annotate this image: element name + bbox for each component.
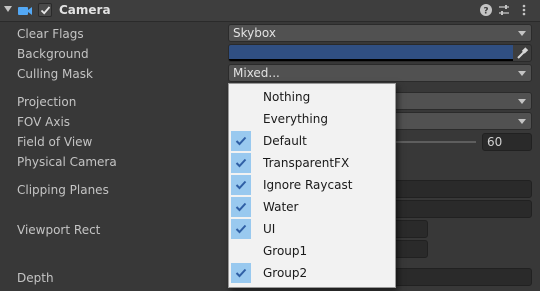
- chevron-down-icon: [518, 99, 526, 104]
- clear-flags-dropdown[interactable]: Skybox: [228, 24, 532, 42]
- menu-item-label: TransparentFX: [263, 156, 350, 170]
- field-of-view-label: Field of View: [17, 135, 93, 149]
- foldout-arrow-icon[interactable]: [4, 6, 12, 12]
- near-clip-input[interactable]: [380, 180, 532, 198]
- checkmark-icon: [235, 202, 247, 212]
- eyedropper-button[interactable]: [513, 45, 531, 61]
- fov-axis-label: FOV Axis: [17, 115, 71, 129]
- checkmark-icon: [40, 6, 51, 15]
- menu-item-label: Everything: [263, 112, 328, 126]
- help-icon[interactable]: ?: [479, 3, 493, 17]
- culling-mask-value: Mixed...: [233, 66, 280, 80]
- background-color-field[interactable]: [228, 44, 532, 62]
- checkmark-icon: [235, 158, 247, 168]
- menu-item-everything[interactable]: Everything: [229, 108, 395, 130]
- physical-camera-label: Physical Camera: [17, 155, 117, 169]
- clear-flags-label: Clear Flags: [17, 27, 84, 41]
- field-of-view-input[interactable]: 60: [482, 133, 532, 151]
- far-clip-input[interactable]: [380, 200, 532, 218]
- kebab-menu-icon[interactable]: [517, 3, 531, 17]
- color-swatch: [229, 45, 514, 59]
- camera-icon: [18, 7, 32, 15]
- depth-input[interactable]: [380, 268, 532, 286]
- depth-label: Depth: [17, 271, 54, 285]
- clipping-planes-label: Clipping Planes: [17, 183, 109, 197]
- viewport-rect-label: Viewport Rect: [17, 223, 101, 237]
- eyedropper-icon: [517, 47, 529, 59]
- checkmark-icon: [235, 268, 247, 278]
- clear-flags-value: Skybox: [233, 26, 276, 40]
- menu-item-label: Group1: [263, 244, 308, 258]
- chevron-down-icon: [518, 119, 526, 124]
- svg-text:?: ?: [483, 7, 488, 17]
- menu-item-label: Group2: [263, 266, 308, 280]
- menu-item-group1[interactable]: Group1: [229, 240, 395, 262]
- culling-mask-label: Culling Mask: [17, 67, 93, 81]
- component-header: Camera ?: [0, 0, 540, 22]
- menu-item-transparentfx[interactable]: TransparentFX: [229, 152, 395, 174]
- checkmark-icon: [235, 224, 247, 234]
- menu-item-default[interactable]: Default: [229, 130, 395, 152]
- menu-item-ui[interactable]: UI: [229, 218, 395, 240]
- chevron-down-icon: [518, 71, 526, 76]
- component-enabled-checkbox[interactable]: [38, 3, 52, 17]
- menu-item-water[interactable]: Water: [229, 196, 395, 218]
- menu-item-label: Ignore Raycast: [263, 178, 353, 192]
- menu-item-label: UI: [263, 222, 276, 236]
- checkmark-icon: [235, 180, 247, 190]
- field-of-view-slider[interactable]: [396, 141, 476, 143]
- chevron-down-icon: [518, 31, 526, 36]
- menu-item-group2[interactable]: Group2: [229, 262, 395, 284]
- menu-item-ignore-raycast[interactable]: Ignore Raycast: [229, 174, 395, 196]
- culling-mask-dropdown[interactable]: Mixed...: [228, 64, 532, 82]
- projection-label: Projection: [17, 95, 77, 109]
- preset-icon[interactable]: [497, 3, 511, 17]
- background-label: Background: [17, 47, 89, 61]
- checkmark-icon: [235, 136, 247, 146]
- menu-item-nothing[interactable]: Nothing: [229, 86, 395, 108]
- menu-item-label: Water: [263, 200, 299, 214]
- culling-mask-menu: Nothing Everything Default TransparentFX…: [228, 83, 396, 288]
- alpha-bar: [229, 59, 514, 61]
- menu-item-label: Default: [263, 134, 307, 148]
- menu-item-label: Nothing: [263, 90, 311, 104]
- component-title: Camera: [59, 3, 111, 17]
